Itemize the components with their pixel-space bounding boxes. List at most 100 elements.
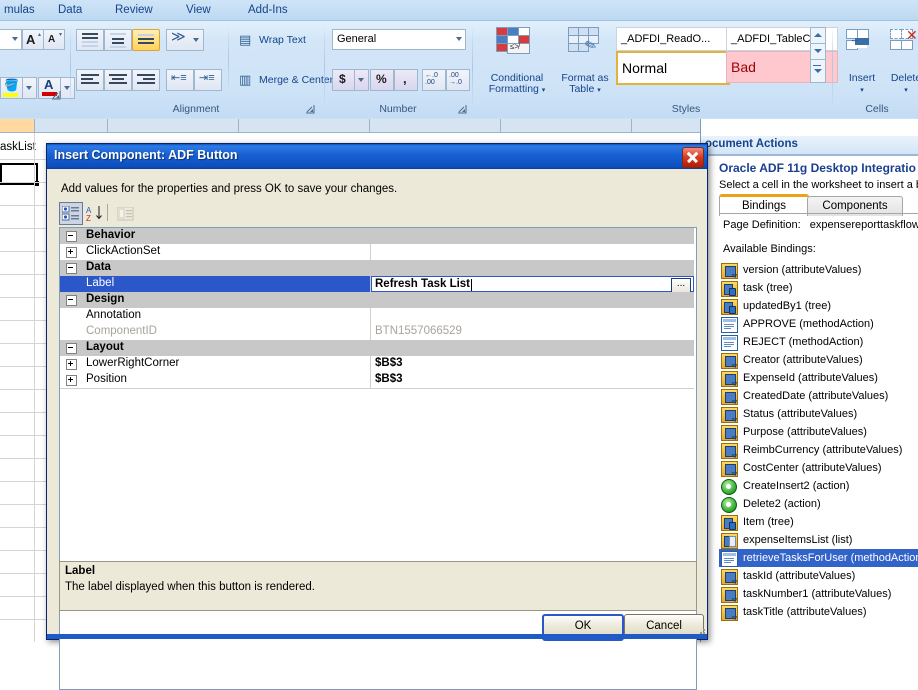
alignment-dialog-launcher[interactable]: [305, 104, 316, 115]
binding-list-item[interactable]: expenseItemsList (list): [719, 531, 918, 549]
property-row[interactable]: ComponentID BTN1557066529: [60, 324, 694, 341]
binding-list-item[interactable]: REJECT (methodAction): [719, 333, 918, 351]
conditional-formatting-button[interactable]: Conditional Formatting ▾: [480, 73, 554, 96]
align-bottom-button[interactable]: [132, 29, 160, 51]
currency-dropdown[interactable]: [354, 69, 369, 91]
style-cell-normal[interactable]: Normal: [616, 51, 730, 85]
property-name-cell[interactable]: LowerRightCorner: [60, 356, 371, 372]
property-value-cell[interactable]: $B$3: [371, 356, 694, 372]
property-row[interactable]: Label Refresh Task List...: [60, 276, 694, 294]
property-category-row[interactable]: Data: [60, 260, 694, 276]
expand-icon[interactable]: [66, 247, 77, 258]
property-name-cell[interactable]: ComponentID: [60, 324, 371, 340]
binding-list-item[interactable]: xy taskNumber1 (attributeValues): [719, 585, 918, 603]
column-header-cell[interactable]: [0, 119, 35, 133]
number-dialog-launcher[interactable]: [457, 104, 468, 115]
column-header-cell[interactable]: [239, 119, 370, 133]
property-pages-button[interactable]: [113, 202, 137, 225]
property-category-row[interactable]: Layout: [60, 340, 694, 356]
available-bindings-list[interactable]: xy version (attributeValues) task (tree) up…: [719, 261, 918, 642]
binding-list-item[interactable]: xy Creator (attributeValues): [719, 351, 918, 369]
column-header-cell[interactable]: [108, 119, 239, 133]
property-name-cell[interactable]: ClickActionSet: [60, 244, 371, 260]
dialog-title-bar[interactable]: Insert Component: ADF Button: [47, 144, 707, 169]
binding-list-item[interactable]: xy CostCenter (attributeValues): [719, 459, 918, 477]
binding-list-item[interactable]: xy taskTitle (attributeValues): [719, 603, 918, 621]
currency-button[interactable]: $: [332, 69, 356, 91]
ribbon-tab-addins[interactable]: Add-Ins: [240, 1, 296, 19]
styles-scroll-down-button[interactable]: [810, 43, 826, 60]
align-top-button[interactable]: [76, 29, 104, 51]
binding-list-item[interactable]: xy version (attributeValues): [719, 261, 918, 279]
font-dialog-launcher[interactable]: [51, 90, 62, 101]
property-row[interactable]: LowerRightCorner $B$3: [60, 356, 694, 373]
ribbon-tab-formulas[interactable]: mulas: [0, 1, 43, 19]
styles-scroll-up-button[interactable]: [810, 27, 826, 44]
align-left-button[interactable]: [76, 69, 104, 91]
property-name-cell[interactable]: Annotation: [60, 308, 371, 324]
format-as-table-button[interactable]: Format as Table ▾: [556, 73, 614, 96]
align-right-button[interactable]: [132, 69, 160, 91]
align-middle-button[interactable]: [104, 29, 132, 51]
expand-icon[interactable]: [66, 359, 77, 370]
column-header-cell[interactable]: [370, 119, 501, 133]
binding-list-item[interactable]: xy taskId (attributeValues): [719, 567, 918, 585]
column-header-cell[interactable]: [632, 119, 701, 133]
property-value-cell[interactable]: BTN1557066529: [371, 324, 694, 340]
shrink-font-button[interactable]: A ▾: [43, 29, 65, 50]
ribbon-tab-data[interactable]: Data: [50, 1, 90, 19]
binding-list-item[interactable]: xy ExpenseId (attributeValues): [719, 369, 918, 387]
binding-list-item[interactable]: xy Purpose (attributeValues): [719, 423, 918, 441]
binding-list-item[interactable]: CreateInsert2 (action): [719, 477, 918, 495]
column-header-cell[interactable]: [501, 119, 632, 133]
style-cell-adfdi-readonly[interactable]: _ADFDI_ReadO...: [616, 27, 728, 51]
property-category-row[interactable]: Design: [60, 292, 694, 308]
binding-list-item[interactable]: updatedBy1 (tree): [719, 297, 918, 315]
collapse-icon[interactable]: [66, 295, 77, 306]
binding-list-item[interactable]: Delete2 (action): [719, 495, 918, 513]
fill-color-dropdown[interactable]: [22, 77, 37, 99]
decrease-decimal-button[interactable]: .00 →.0: [446, 69, 470, 91]
binding-list-item[interactable]: task (tree): [719, 279, 918, 297]
categorized-view-button[interactable]: [59, 202, 83, 225]
binding-list-item[interactable]: xy ReimbCurrency (attributeValues): [719, 441, 918, 459]
property-name-cell[interactable]: Label: [60, 276, 371, 292]
binding-list-item[interactable]: APPROVE (methodAction): [719, 315, 918, 333]
percent-button[interactable]: %: [370, 69, 394, 91]
collapse-icon[interactable]: [66, 231, 77, 242]
fill-color-button[interactable]: 🪣: [0, 77, 24, 99]
binding-list-item[interactable]: xy Status (attributeValues): [719, 405, 918, 423]
decrease-indent-button[interactable]: ⇤≡: [166, 69, 194, 91]
ribbon-tab-view[interactable]: View: [178, 1, 219, 19]
property-value-editor[interactable]: Refresh Task List...: [371, 276, 694, 294]
binding-list-item[interactable]: retrieveTasksForUser (methodAction): [719, 549, 918, 567]
property-row[interactable]: Position $B$3: [60, 372, 694, 389]
grow-font-button[interactable]: A ▴: [22, 29, 44, 50]
close-icon[interactable]: [682, 147, 704, 168]
styles-more-button[interactable]: [810, 59, 826, 83]
alphabetical-sort-button[interactable]: A Z: [83, 202, 107, 225]
expand-icon[interactable]: [66, 375, 77, 386]
number-format-select[interactable]: General: [332, 29, 466, 50]
binding-list-item[interactable]: Item (tree): [719, 513, 918, 531]
property-value-cell[interactable]: [371, 308, 694, 324]
collapse-icon[interactable]: [66, 343, 77, 354]
column-header-cell[interactable]: [35, 119, 108, 133]
increase-decimal-button[interactable]: ←.0.00: [422, 69, 446, 91]
ribbon-tab-review[interactable]: Review: [107, 1, 161, 19]
delete-cells-button[interactable]: Delete ▾: [886, 73, 918, 96]
property-row[interactable]: Annotation: [60, 308, 694, 325]
binding-list-item[interactable]: xy CreatedDate (attributeValues): [719, 387, 918, 405]
comma-style-button[interactable]: ,: [394, 69, 418, 91]
increase-indent-button[interactable]: ⇥≡: [194, 69, 222, 91]
property-value-cell[interactable]: $B$3: [371, 372, 694, 388]
collapse-icon[interactable]: [66, 263, 77, 274]
property-row[interactable]: ClickActionSet: [60, 244, 694, 261]
property-category-row[interactable]: Behavior: [60, 228, 694, 244]
property-value-cell[interactable]: [371, 244, 694, 260]
orientation-button[interactable]: ≫: [166, 28, 204, 51]
insert-cells-button[interactable]: Insert ▾: [842, 73, 882, 96]
align-center-button[interactable]: [104, 69, 132, 91]
property-name-cell[interactable]: Position: [60, 372, 371, 388]
font-size-dropdown[interactable]: [0, 29, 22, 50]
